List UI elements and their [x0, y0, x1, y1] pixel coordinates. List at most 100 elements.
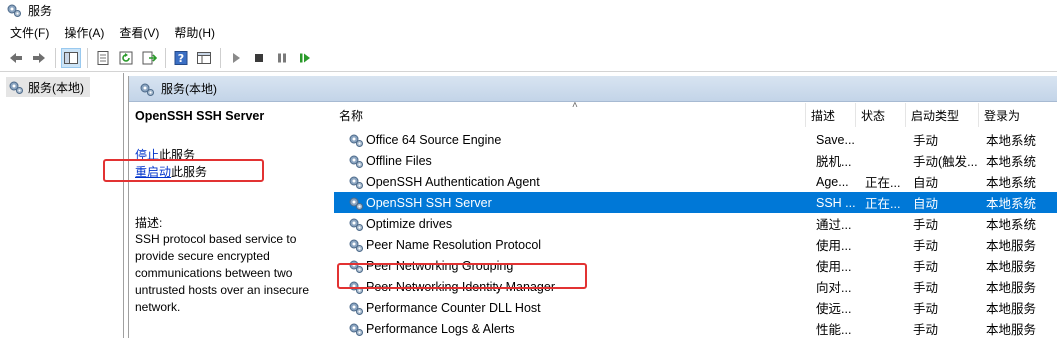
service-name: Performance Logs & Alerts: [366, 321, 515, 336]
toolbar-separator: [165, 47, 166, 68]
service-startup-type-cell: 手动: [913, 134, 939, 148]
service-row[interactable]: OpenSSH SSH Server SSH ... 正在... 自动 本地系统: [334, 192, 1057, 213]
service-name-cell: OpenSSH SSH Server: [348, 192, 808, 213]
menu-help[interactable]: 帮助(H): [174, 24, 215, 41]
menu-file[interactable]: 文件(F): [10, 24, 49, 41]
show-hide-tree-icon[interactable]: [61, 47, 81, 68]
column-header-status-label: 状态: [861, 108, 886, 123]
service-gear-icon: [348, 321, 366, 337]
service-row[interactable]: Office 64 Source Engine Save... 手动 本地系统: [334, 129, 1057, 150]
service-row[interactable]: Optimize drives 通过... 手动 本地系统: [334, 213, 1057, 234]
tree-item-services-local[interactable]: 服务(本地): [6, 77, 90, 97]
resume-service-icon[interactable]: [295, 48, 315, 68]
column-header-name[interactable]: 名称 ˄: [334, 100, 806, 127]
service-gear-icon: [348, 195, 366, 211]
service-logon-cell: 本地服务: [986, 323, 1037, 337]
selected-service-title: OpenSSH SSH Server: [135, 109, 265, 123]
service-logon-cell: 本地系统: [986, 155, 1037, 169]
service-gear-icon: [348, 237, 366, 253]
content-header: 服务(本地): [129, 76, 1057, 102]
menu-view[interactable]: 查看(V): [119, 24, 159, 41]
column-header-startup-type[interactable]: 启动类型: [906, 103, 979, 127]
refresh-icon[interactable]: [116, 48, 136, 68]
service-gear-icon: [348, 300, 366, 316]
column-header-logon-as[interactable]: 登录为: [979, 103, 1057, 127]
column-header-status[interactable]: 状态: [856, 103, 906, 127]
service-startup-type-cell: 自动: [913, 176, 939, 190]
pause-service-icon[interactable]: [272, 48, 292, 68]
service-startup-type-cell: 手动(触发...: [913, 155, 978, 169]
service-status-cell: [865, 234, 911, 255]
service-startup-type-cell: 手动: [913, 281, 939, 295]
service-name: OpenSSH SSH Server: [366, 195, 492, 210]
services-gear-icon: [7, 4, 21, 17]
properties-icon[interactable]: [93, 48, 113, 68]
service-logon-cell: 本地系统: [986, 134, 1037, 148]
toolbar-separator: [87, 47, 88, 68]
service-logon-cell: 本地系统: [986, 218, 1037, 232]
service-gear-icon: [348, 216, 366, 232]
service-row[interactable]: OpenSSH Authentication Agent Age... 正在... 自…: [334, 171, 1057, 192]
service-row[interactable]: Offline Files 脱机... 手动(触发... 本地系统: [334, 150, 1057, 171]
services-gear-icon: [140, 83, 154, 96]
service-row[interactable]: Peer Name Resolution Protocol 使用... 手动 本地服务: [334, 234, 1057, 255]
service-detail-pane: OpenSSH SSH Server 停止此服务 重启动此服务 描述: SSH …: [103, 103, 334, 338]
service-name-cell: Office 64 Source Engine: [348, 129, 808, 150]
service-startup-type-cell: 手动: [913, 218, 939, 232]
service-logon-cell: 本地服务: [986, 239, 1037, 253]
menu-bar: 文件(F) 操作(A) 查看(V) 帮助(H): [0, 22, 230, 42]
service-name: OpenSSH Authentication Agent: [366, 174, 540, 189]
service-status-cell: [865, 129, 911, 150]
service-name: Office 64 Source Engine: [366, 132, 502, 147]
service-name-cell: Performance Counter DLL Host: [348, 297, 808, 318]
service-status-cell: [865, 318, 911, 338]
toolbar-separator: [220, 47, 221, 68]
export-list-icon[interactable]: [139, 48, 159, 68]
console-tree: 服务(本地): [0, 73, 124, 338]
service-status-cell: [865, 255, 911, 276]
service-status-cell: [865, 276, 911, 297]
tree-item-label: 服务(本地): [28, 80, 84, 95]
service-name-cell: Offline Files: [348, 150, 808, 171]
service-name-cell: OpenSSH Authentication Agent: [348, 171, 808, 192]
service-description-cell: 使用...: [816, 260, 852, 274]
service-status-cell: 正在...: [865, 197, 901, 211]
service-name-cell: Optimize drives: [348, 213, 808, 234]
service-gear-icon: [348, 153, 366, 169]
content-header-title: 服务(本地): [161, 82, 217, 96]
restart-highlight-box: [103, 159, 264, 182]
service-description-cell: 使远...: [816, 302, 852, 316]
back-icon[interactable]: [6, 48, 26, 68]
service-description-cell: 使用...: [816, 239, 852, 253]
column-header-startup-label: 启动类型: [911, 108, 960, 123]
forward-icon[interactable]: [29, 48, 49, 68]
service-logon-cell: 本地服务: [986, 302, 1037, 316]
window-title: 服务: [28, 3, 53, 18]
service-logon-cell: 本地服务: [986, 260, 1037, 274]
service-name: Optimize drives: [366, 216, 453, 231]
menu-action[interactable]: 操作(A): [64, 24, 104, 41]
stop-service-icon[interactable]: [249, 48, 269, 68]
column-header-logon-label: 登录为: [984, 108, 1021, 123]
service-startup-type-cell: 手动: [913, 323, 939, 337]
service-status-cell: [865, 150, 911, 171]
service-logon-cell: 本地服务: [986, 281, 1037, 295]
service-description: SSH protocol based service to provide se…: [135, 232, 310, 314]
service-description-cell: 通过...: [816, 218, 852, 232]
service-description-cell: Age...: [816, 174, 849, 189]
column-header-description[interactable]: 描述: [806, 103, 856, 127]
service-logon-cell: 本地系统: [986, 176, 1037, 190]
toolbar-separator: [55, 47, 56, 68]
svg-text:?: ?: [178, 52, 184, 65]
column-header-description-label: 描述: [811, 108, 836, 123]
service-row[interactable]: Performance Counter DLL Host 使远... 手动 本地服务: [334, 297, 1057, 318]
start-service-icon[interactable]: [226, 48, 246, 68]
service-description-cell: 脱机...: [816, 155, 852, 169]
toolbar: ?: [0, 44, 1057, 72]
service-row[interactable]: Performance Logs & Alerts 性能... 手动 本地服务: [334, 318, 1057, 338]
service-status-cell: [865, 297, 911, 318]
help-icon[interactable]: ?: [171, 48, 191, 68]
view-icon[interactable]: [194, 48, 214, 68]
service-startup-type-cell: 自动: [913, 197, 939, 211]
service-logon-cell: 本地系统: [986, 197, 1037, 211]
